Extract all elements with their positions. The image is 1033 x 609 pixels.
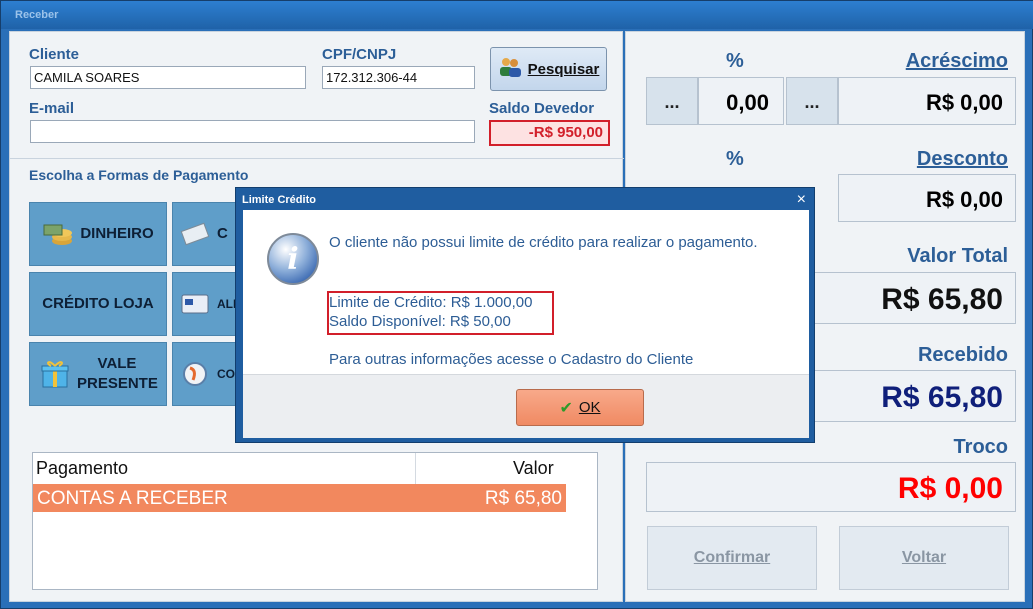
vale-presente-button[interactable]: VALE PRESENTE [29, 342, 167, 406]
cpf-field[interactable]: 172.312.306-44 [322, 66, 475, 89]
payments-table: Pagamento Valor CONTAS A RECEBER R$ 65,8… [32, 452, 598, 590]
acrescimo-pct-button[interactable]: ... [646, 77, 698, 125]
cheque-label: C [217, 225, 228, 242]
voltar-button[interactable]: Voltar [839, 526, 1009, 590]
cheque-button[interactable]: C [172, 202, 242, 266]
column-header-pagamento: Pagamento [36, 458, 129, 478]
ok-label: OK [578, 399, 601, 416]
email-label: E-mail [29, 100, 75, 117]
convenio-button[interactable]: CO [172, 342, 242, 406]
cpf-label: CPF/CNPJ [322, 46, 397, 63]
limite-credito-dialog: Limite Crédito × i O cliente não possui … [235, 187, 815, 443]
dialog-title: Limite Crédito [242, 194, 316, 206]
column-header-valor: Valor [513, 458, 554, 478]
limite-credito-text: Limite de Crédito: R$ 1.000,00 [329, 294, 533, 311]
dialog-message: O cliente não possui limite de crédito p… [329, 234, 758, 251]
search-button[interactable]: Pesquisar [490, 47, 607, 91]
dialog-footer: ✔ OK [243, 374, 809, 438]
saldo-devedor-label: Saldo Devedor [489, 100, 595, 117]
gift-icon [39, 359, 71, 389]
cliente-label: Cliente [29, 46, 80, 63]
window-title: Receber [15, 9, 59, 21]
table-row[interactable]: CONTAS A RECEBER R$ 65,80 [33, 484, 566, 512]
users-icon [498, 56, 522, 82]
desconto-label: Desconto [916, 148, 1008, 170]
cheque-icon [179, 219, 211, 249]
acrescimo-pct-value[interactable]: 0,00 [698, 77, 784, 125]
vale-presente-label: VALE PRESENTE [77, 355, 158, 392]
cliente-field[interactable]: CAMILA SOARES [30, 66, 306, 89]
desconto-pct-label: % [726, 148, 744, 170]
row-pagamento: CONTAS A RECEBER [37, 488, 228, 509]
divider [10, 158, 624, 159]
credito-loja-button[interactable]: CRÉDITO LOJA [29, 272, 167, 336]
confirmar-button[interactable]: Confirmar [647, 526, 817, 590]
dialog-body: i O cliente não possui limite de crédito… [243, 210, 809, 438]
saldo-devedor-value: -R$ 950,00 [489, 120, 610, 146]
ok-button[interactable]: ✔ OK [516, 389, 644, 426]
info-icon: i [267, 233, 319, 285]
globe-icon [179, 359, 211, 389]
acrescimo-value[interactable]: R$ 0,00 [838, 77, 1016, 125]
desconto-value[interactable]: R$ 0,00 [838, 174, 1016, 222]
coins-icon [42, 219, 74, 249]
alimentacao-label: ALI [217, 297, 237, 311]
acrescimo-value-button[interactable]: ... [786, 77, 838, 125]
credito-loja-label: CRÉDITO LOJA [42, 295, 154, 312]
close-icon[interactable]: × [797, 191, 806, 209]
troco-label: Troco [953, 436, 1008, 458]
card-icon [179, 289, 211, 319]
check-icon: ✔ [559, 399, 573, 417]
title-bar: Receber [1, 1, 1033, 29]
alimentacao-button[interactable]: ALI [172, 272, 242, 336]
dialog-info-text: Para outras informações acesse o Cadastr… [329, 351, 694, 368]
recebido-label: Recebido [917, 344, 1008, 366]
formas-pagamento-label: Escolha a Formas de Pagamento [29, 167, 249, 183]
convenio-label: CO [217, 367, 235, 381]
troco-value: R$ 0,00 [646, 462, 1016, 512]
receber-window: Receber Cliente CAMILA SOARES CPF/CNPJ 1… [0, 0, 1033, 609]
row-valor: R$ 65,80 [484, 488, 562, 509]
email-field[interactable] [30, 120, 475, 143]
acrescimo-pct-label: % [726, 50, 744, 72]
saldo-disponivel-text: Saldo Disponível: R$ 50,00 [329, 313, 511, 330]
dinheiro-button[interactable]: DINHEIRO [29, 202, 167, 266]
acrescimo-label: Acréscimo [905, 50, 1008, 72]
dinheiro-label: DINHEIRO [80, 225, 154, 242]
valor-total-label: Valor Total [907, 245, 1008, 267]
search-label: Pesquisar [527, 60, 600, 78]
